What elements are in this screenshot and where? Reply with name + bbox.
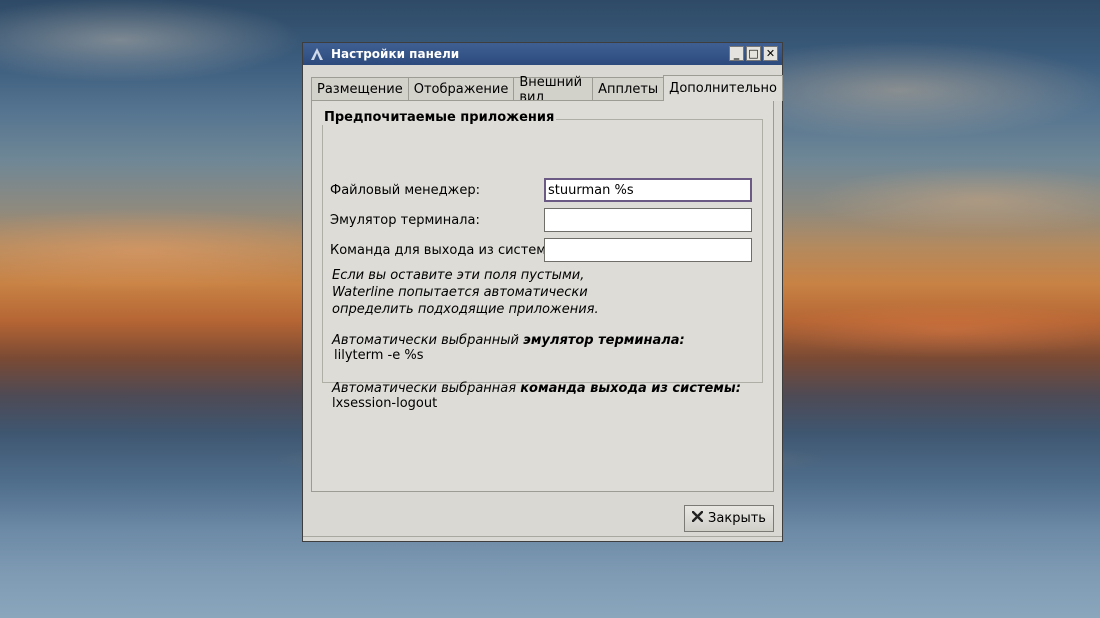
tab-placement[interactable]: Размещение	[311, 77, 409, 101]
hint-line-1: Если вы оставите эти поля пустыми,	[332, 268, 585, 283]
preferred-apps-title: Предпочитаемые приложения	[322, 110, 557, 125]
close-button[interactable]: Закрыть	[684, 505, 774, 532]
tab-advanced[interactable]: Дополнительно	[663, 75, 783, 101]
maximize-button[interactable]: □	[746, 46, 761, 61]
tab-applets[interactable]: Апплеты	[592, 77, 665, 101]
auto-terminal-value: lilyterm -e %s	[334, 348, 424, 363]
auto-terminal-prefix: Автоматически выбранный	[332, 333, 524, 348]
terminal-label: Эмулятор терминала:	[330, 212, 480, 228]
close-x-icon	[691, 510, 704, 526]
hint-line-3: определить подходящие приложения.	[332, 302, 599, 317]
file-manager-label: Файловый менеджер:	[330, 182, 481, 198]
auto-logout-prefix: Автоматически выбранная	[332, 381, 521, 396]
tab-appearance[interactable]: Внешний вид	[513, 75, 594, 105]
panel-settings-dialog: Настройки панели _ □ ✕ Размещение Отобра…	[302, 42, 783, 542]
app-logo-icon	[309, 46, 325, 62]
close-button-label: Закрыть	[708, 511, 766, 526]
auto-logout-bold: команда выхода из системы:	[520, 381, 741, 396]
tab-bar: Размещение Отображение Внешний вид Аппле…	[311, 75, 783, 105]
auto-logout-value: lxsession-logout	[332, 396, 438, 411]
bottom-edge	[303, 536, 782, 541]
tab-content-advanced: Предпочитаемые приложения Файловый менед…	[311, 100, 774, 492]
logout-command-label: Команда для выхода из системы:	[330, 242, 561, 258]
auto-logout-caption: Автоматически выбранная команда выхода и…	[332, 380, 741, 397]
auto-terminal-bold: эмулятор терминала:	[523, 333, 685, 348]
title-bar[interactable]: Настройки панели _ □ ✕	[303, 43, 782, 65]
terminal-input[interactable]	[544, 208, 752, 232]
close-window-button[interactable]: ✕	[763, 46, 778, 61]
auto-terminal-caption: Автоматически выбранный эмулятор термина…	[332, 332, 685, 349]
window-title: Настройки панели	[331, 47, 460, 61]
logout-command-input[interactable]	[544, 238, 752, 262]
minimize-button[interactable]: _	[729, 46, 744, 61]
tab-display[interactable]: Отображение	[407, 77, 515, 101]
hint-line-2: Waterline попытается автоматически	[332, 285, 588, 300]
file-manager-input[interactable]	[544, 178, 752, 202]
